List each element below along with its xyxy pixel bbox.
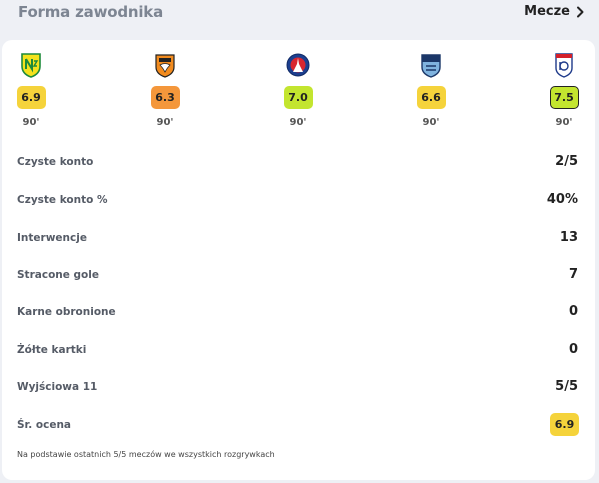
stat-row: Czyste konto % 40% [2, 191, 595, 211]
match-item[interactable]: 7.5 90' [534, 52, 594, 128]
stat-label: Żółte kartki [17, 344, 87, 356]
minutes-played: 90' [22, 117, 40, 128]
stat-label: Wyjściowa 11 [17, 381, 98, 393]
match-rating: 7.0 [283, 86, 313, 109]
match-item[interactable]: 7.0 90' [268, 52, 328, 128]
match-item[interactable]: 6.9 90' [1, 52, 61, 128]
match-rating: 7.5 [549, 86, 579, 109]
footnote: Na podstawie ostatnich 5/5 meczów we wsz… [17, 450, 275, 459]
stat-label: Interwencje [17, 232, 87, 244]
recent-matches: 6.9 90' 6.3 90' 7.0 90' 6.6 90' 7.5 90' [2, 52, 595, 132]
minutes-played: 90' [156, 117, 174, 128]
match-rating: 6.3 [150, 86, 180, 109]
stat-row: Karne obronione 0 [2, 303, 595, 323]
stat-value: 5/5 [555, 379, 578, 394]
minutes-played: 90' [289, 117, 307, 128]
stat-row: Interwencje 13 [2, 229, 595, 249]
match-item[interactable]: 6.6 90' [401, 52, 461, 128]
le-havre-crest-icon [421, 54, 441, 78]
section-title: Forma zawodnika [18, 3, 163, 21]
minutes-played: 90' [555, 117, 573, 128]
lyon-crest-icon [555, 53, 573, 78]
stat-label: Czyste konto [17, 156, 94, 168]
stat-value: 0 [568, 304, 578, 319]
stat-value: 0 [568, 342, 578, 357]
stat-label: Stracone gole [17, 269, 99, 281]
stat-value: 7 [568, 267, 578, 282]
match-rating: 6.9 [16, 86, 46, 109]
match-rating: 6.6 [416, 86, 446, 109]
match-item[interactable]: 6.3 90' [135, 52, 195, 128]
stat-value: 13 [559, 230, 578, 245]
stat-row: Stracone gole 7 [2, 266, 595, 286]
stat-row: Czyste konto 2/5 [2, 153, 595, 173]
stat-row: Żółte kartki 0 [2, 341, 595, 361]
lorient-crest-icon [155, 54, 175, 78]
average-rating-badge: 6.9 [550, 413, 579, 436]
stat-label: Śr. ocena [17, 419, 72, 431]
matches-link[interactable]: Mecze [524, 4, 585, 19]
stat-label: Karne obronione [17, 306, 116, 318]
player-form-card: 6.9 90' 6.3 90' 7.0 90' 6.6 90' 7.5 90' … [2, 40, 595, 480]
stat-value: 40% [546, 192, 578, 207]
psg-crest-icon [286, 53, 310, 77]
stat-label: Czyste konto % [17, 194, 108, 206]
stat-row: Wyjściowa 11 5/5 [2, 378, 595, 398]
stat-value: 2/5 [555, 154, 578, 169]
matches-link-label: Mecze [524, 4, 570, 19]
section-header: Forma zawodnika Mecze [0, 0, 599, 30]
nantes-crest-icon [21, 53, 41, 78]
stat-row: Śr. ocena 6.9 [2, 413, 595, 436]
minutes-played: 90' [422, 117, 440, 128]
chevron-right-icon [577, 6, 584, 17]
